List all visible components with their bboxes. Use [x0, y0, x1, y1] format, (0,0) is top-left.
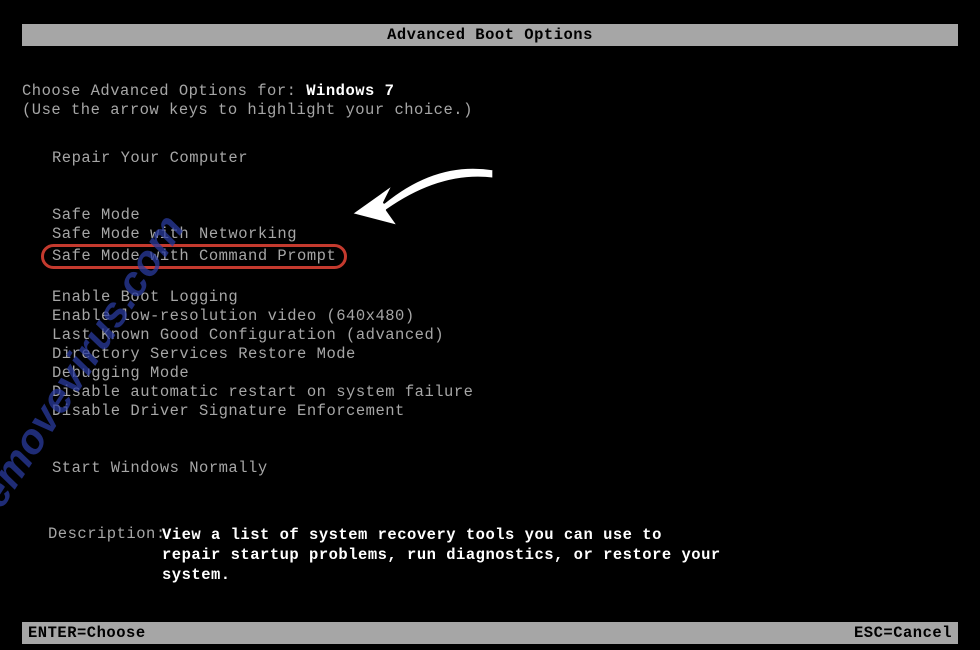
footer-esc: ESC=Cancel [854, 624, 952, 642]
choose-prefix: Choose Advanced Options for: [22, 82, 306, 100]
menu-start-windows-normally[interactable]: Start Windows Normally [52, 459, 473, 478]
menu-disable-driver-signature[interactable]: Disable Driver Signature Enforcement [52, 402, 473, 421]
footer-bar: ENTER=Choose ESC=Cancel [22, 622, 958, 644]
description-text: View a list of system recovery tools you… [162, 525, 722, 585]
menu-debugging-mode[interactable]: Debugging Mode [52, 364, 473, 383]
menu-last-known-good[interactable]: Last Known Good Configuration (advanced) [52, 326, 473, 345]
menu-directory-services-restore[interactable]: Directory Services Restore Mode [52, 345, 473, 364]
title-text: Advanced Boot Options [387, 26, 593, 44]
menu-enable-boot-logging[interactable]: Enable Boot Logging [52, 288, 473, 307]
arrow-keys-hint: (Use the arrow keys to highlight your ch… [22, 101, 473, 119]
menu-low-res-video[interactable]: Enable low-resolution video (640x480) [52, 307, 473, 326]
description-label: Description: [48, 525, 162, 585]
description-block: Description: View a list of system recov… [48, 525, 722, 585]
choose-advanced-line: Choose Advanced Options for: Windows 7 [22, 82, 394, 100]
title-bar: Advanced Boot Options [22, 24, 958, 46]
pointer-arrow-icon [330, 155, 505, 250]
menu-safe-mode-command-prompt[interactable]: Safe Mode with Command Prompt [41, 244, 347, 269]
os-name: Windows 7 [306, 82, 394, 100]
menu-disable-auto-restart[interactable]: Disable automatic restart on system fail… [52, 383, 473, 402]
footer-enter: ENTER=Choose [28, 624, 146, 642]
